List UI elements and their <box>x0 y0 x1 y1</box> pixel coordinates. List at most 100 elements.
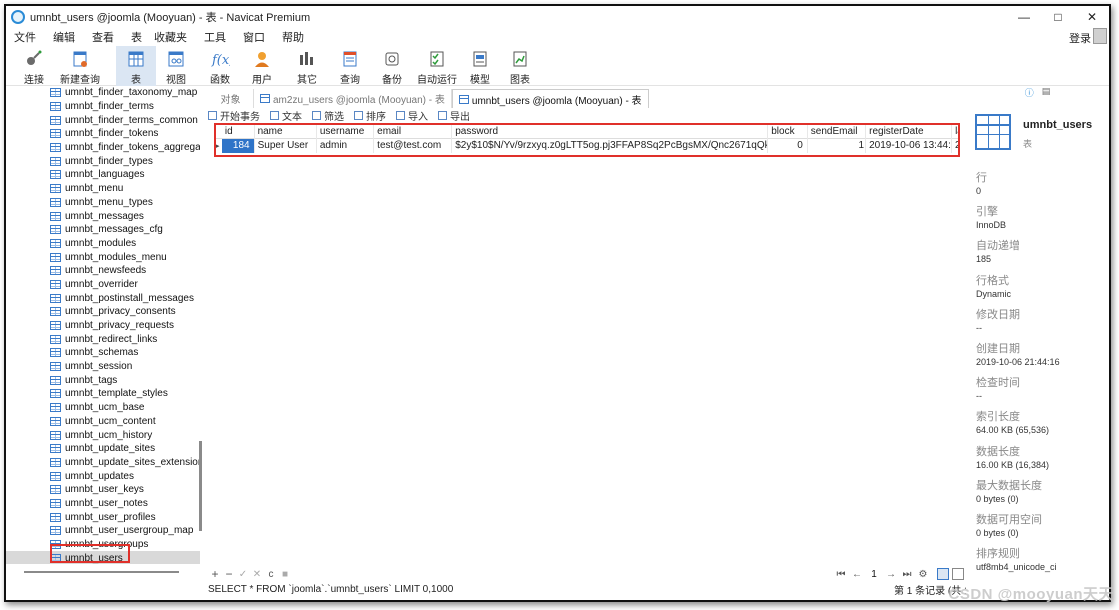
tree-item-table[interactable]: umnbt_schemas <box>6 346 200 360</box>
tree-item-table[interactable]: umnbt_finder_terms_common <box>6 113 200 127</box>
column-header-block[interactable]: block <box>768 125 808 139</box>
form-view-icon[interactable] <box>952 568 964 580</box>
page-settings-icon[interactable]: ⚙ <box>915 569 931 580</box>
prev-page-button[interactable]: ← <box>849 569 865 580</box>
tree-item-table[interactable]: umnbt_postinstall_messages <box>6 291 200 305</box>
tree-item-table[interactable]: umnbt_newsfeeds <box>6 264 200 278</box>
cell-sendemail[interactable]: 1 <box>808 139 867 153</box>
toolbar-new-query[interactable]: 新建查询 <box>54 46 106 86</box>
tree-item-table[interactable]: umnbt_finder_types <box>6 154 200 168</box>
tree-item-table[interactable]: umnbt_user_usergroup_map <box>6 524 200 538</box>
export-button[interactable]: 导出 <box>438 108 470 122</box>
menu-window[interactable]: 窗口 <box>235 29 274 45</box>
tree-scroll-thumb[interactable] <box>199 441 202 531</box>
close-button[interactable]: ✕ <box>1075 6 1109 28</box>
tree-item-table[interactable]: umnbt_finder_terms <box>6 100 200 114</box>
ddl-icon[interactable]: ▤ <box>1042 86 1051 100</box>
tree-item-table[interactable]: umnbt_updates <box>6 469 200 483</box>
tree-item-table[interactable]: umnbt_ucm_content <box>6 415 200 429</box>
column-header-email[interactable]: email <box>374 125 453 139</box>
column-header-username[interactable]: username <box>317 125 375 139</box>
tree-item-table[interactable]: umnbt_privacy_consents <box>6 305 200 319</box>
avatar[interactable] <box>1093 28 1107 44</box>
toolbar-user[interactable]: 用户 <box>242 46 282 86</box>
page-number[interactable]: 1 <box>865 569 883 580</box>
cell-block[interactable]: 0 <box>768 139 808 153</box>
tree-scrollbar[interactable] <box>199 86 203 541</box>
column-header-name[interactable]: name <box>255 125 317 139</box>
toolbar-backup[interactable]: 备份 <box>372 46 412 86</box>
discard-changes-button[interactable]: ✕ <box>250 569 264 580</box>
tree-item-table[interactable]: umnbt_privacy_requests <box>6 319 200 333</box>
toolbar-automation[interactable]: 自动运行 <box>414 46 460 86</box>
cell-lastvisit[interactable]: 2 <box>952 139 958 153</box>
tree-item-table[interactable]: umnbt_messages_cfg <box>6 223 200 237</box>
toolbar-other[interactable]: 其它 <box>284 46 330 86</box>
info-icon[interactable]: ⓘ <box>1025 86 1034 100</box>
tree-horizontal-scrollbar[interactable] <box>24 571 179 573</box>
menu-file[interactable]: 文件 <box>6 29 45 45</box>
first-page-button[interactable]: ⏮ <box>833 569 849 580</box>
column-header-lastvisit[interactable]: la <box>952 125 958 139</box>
tree-item-table[interactable]: umnbt_user_profiles <box>6 510 200 524</box>
last-page-button[interactable]: ⏭ <box>899 569 915 580</box>
menu-favorites[interactable]: 收藏夹 <box>146 29 196 45</box>
delete-record-button[interactable]: − <box>222 567 236 581</box>
cell-password[interactable]: $2y$10$N/Yv/9rzxyq.z0gLTT5og.pj3FFAP8Sq2… <box>452 139 769 153</box>
import-button[interactable]: 导入 <box>396 108 428 122</box>
cell-id[interactable]: 184 <box>221 139 255 153</box>
cell-name[interactable]: Super User <box>255 139 317 153</box>
tree-item-table[interactable]: umnbt_modules <box>6 237 200 251</box>
tree-item-table[interactable]: umnbt_modules_menu <box>6 250 200 264</box>
filter-button[interactable]: 筛选 <box>312 108 344 122</box>
tab-am2zu-users[interactable]: am2zu_users @joomla (Mooyuan) - 表 <box>254 89 452 108</box>
tree-item-table[interactable]: umnbt_messages <box>6 209 200 223</box>
menu-help[interactable]: 帮助 <box>274 29 313 45</box>
cell-registerdate[interactable]: 2019-10-06 13:44:16 <box>866 139 953 153</box>
cell-username[interactable]: admin <box>317 139 375 153</box>
tree-item-table[interactable]: umnbt_user_notes <box>6 497 200 511</box>
tree-item-table[interactable]: umnbt_menu <box>6 182 200 196</box>
cell-email[interactable]: test@test.com <box>374 139 453 153</box>
add-record-button[interactable]: + <box>208 567 222 581</box>
tree-item-table[interactable]: umnbt_ucm_history <box>6 428 200 442</box>
tree-item-table[interactable]: umnbt_tags <box>6 373 200 387</box>
tree-item-table[interactable]: umnbt_finder_tokens <box>6 127 200 141</box>
tree-item-table[interactable]: umnbt_finder_tokens_aggregat <box>6 141 200 155</box>
tree-item-table[interactable]: umnbt_overrider <box>6 278 200 292</box>
column-header-sendemail[interactable]: sendEmail <box>808 125 867 139</box>
menu-view[interactable]: 查看 <box>84 29 123 45</box>
login-link[interactable]: 登录 <box>1069 30 1091 46</box>
tree-item-table[interactable]: umnbt_user_keys <box>6 483 200 497</box>
toolbar-query[interactable]: 查询 <box>330 46 370 86</box>
tree-item-table[interactable]: umnbt_languages <box>6 168 200 182</box>
apply-changes-button[interactable]: ✓ <box>236 569 250 580</box>
toolbar-chart[interactable]: 图表 <box>500 46 540 86</box>
toolbar-connection[interactable]: 连接 <box>14 46 54 86</box>
column-header-id[interactable]: id <box>222 125 255 139</box>
next-page-button[interactable]: → <box>883 569 899 580</box>
menu-table[interactable]: 表 <box>123 29 146 45</box>
table-row[interactable]: ▸ 184 Super User admin test@test.com $2y… <box>216 139 958 153</box>
menu-tools[interactable]: 工具 <box>196 29 235 45</box>
sort-button[interactable]: 排序 <box>354 108 386 122</box>
tree-item-table[interactable]: umnbt_ucm_base <box>6 401 200 415</box>
maximize-button[interactable]: □ <box>1041 6 1075 28</box>
toolbar-model[interactable]: 模型 <box>460 46 500 86</box>
tree-item-table[interactable]: umnbt_session <box>6 360 200 374</box>
tree-item-table[interactable]: umnbt_finder_taxonomy_map <box>6 86 200 100</box>
menu-edit[interactable]: 编辑 <box>45 29 84 45</box>
tab-umnbt-users[interactable]: umnbt_users @joomla (Mooyuan) - 表 <box>451 89 649 108</box>
minimize-button[interactable]: — <box>1007 6 1041 28</box>
tree-item-table[interactable]: umnbt_menu_types <box>6 196 200 210</box>
tree-item-table[interactable]: umnbt_redirect_links <box>6 332 200 346</box>
toolbar-function[interactable]: f(x) 函数 <box>200 46 240 86</box>
text-button[interactable]: 文本 <box>270 108 302 122</box>
stop-button[interactable]: ■ <box>278 569 292 580</box>
begin-transaction-button[interactable]: 开始事务 <box>208 108 260 122</box>
tree-item-table[interactable]: umnbt_template_styles <box>6 387 200 401</box>
tree-item-table[interactable]: umnbt_update_sites_extension <box>6 456 200 470</box>
refresh-button[interactable]: c <box>264 569 278 580</box>
tab-objects[interactable]: 对象 <box>208 89 254 108</box>
column-header-password[interactable]: password <box>452 125 769 139</box>
